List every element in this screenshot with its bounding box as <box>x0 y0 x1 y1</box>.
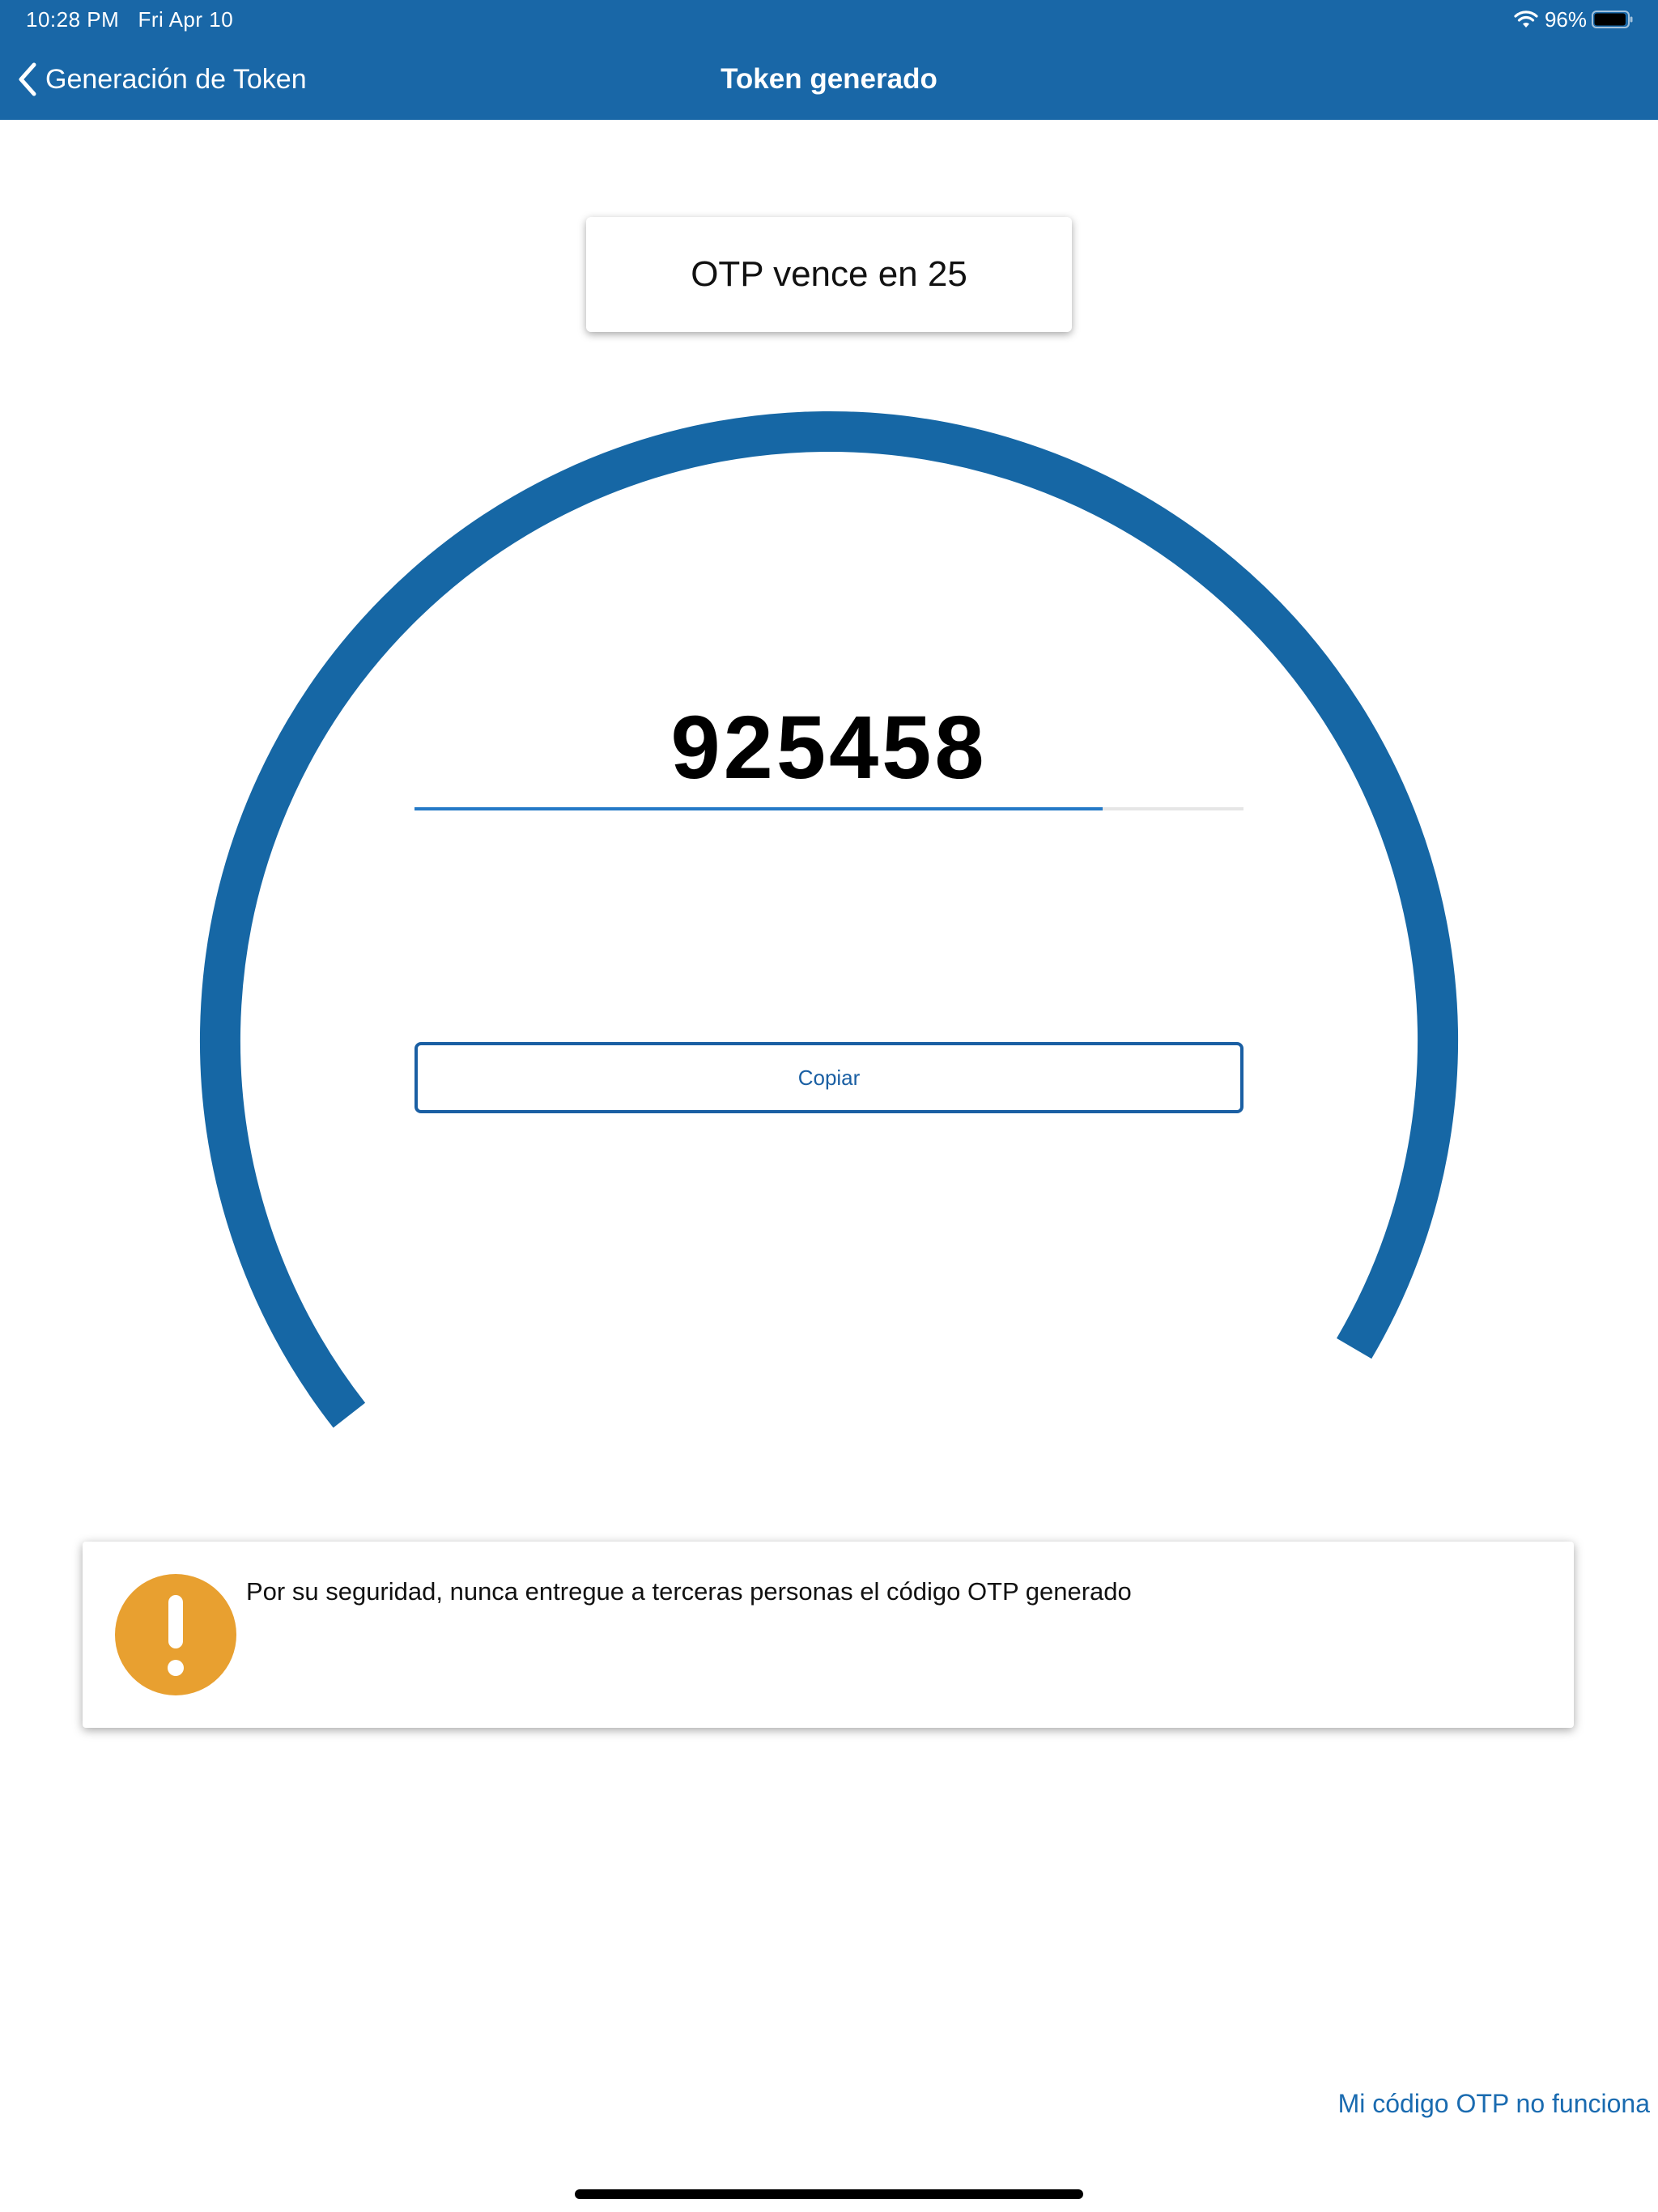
status-time: 10:28 PM <box>26 7 120 32</box>
chevron-left-icon <box>19 62 36 96</box>
exclamation-icon <box>115 1574 236 1695</box>
top-bar: 10:28 PM Fri Apr 10 96% Generación de To… <box>0 0 1658 120</box>
back-button-label: Generación de Token <box>45 63 307 95</box>
battery-icon <box>1592 11 1633 28</box>
expiry-card: OTP vence en 25 <box>586 217 1072 332</box>
wifi-icon <box>1514 11 1538 28</box>
countdown-ring-arc <box>199 411 1458 1428</box>
expiry-text: OTP vence en 25 <box>691 254 967 294</box>
copy-button-label: Copiar <box>797 1065 861 1090</box>
token-screen: 10:28 PM Fri Apr 10 96% Generación de To… <box>0 0 1658 2212</box>
back-button[interactable]: Generación de Token <box>16 57 307 102</box>
home-indicator <box>575 2189 1083 2199</box>
security-warning-card: Por su seguridad, nunca entregue a terce… <box>83 1542 1574 1728</box>
status-date: Fri Apr 10 <box>138 7 234 32</box>
otp-code: 925458 <box>670 698 988 798</box>
security-warning-text: Por su seguridad, nunca entregue a terce… <box>246 1577 1132 1606</box>
otp-progress-track <box>414 807 1244 810</box>
status-bar-right: 96% <box>1514 6 1634 32</box>
battery-percent: 96% <box>1544 6 1587 32</box>
otp-not-working-link[interactable]: Mi código OTP no funciona <box>1338 2089 1650 2119</box>
status-bar-time: 10:28 PM Fri Apr 10 <box>26 6 233 32</box>
copy-button[interactable]: Copiar <box>414 1042 1244 1113</box>
otp-progress-fill <box>414 807 1103 810</box>
